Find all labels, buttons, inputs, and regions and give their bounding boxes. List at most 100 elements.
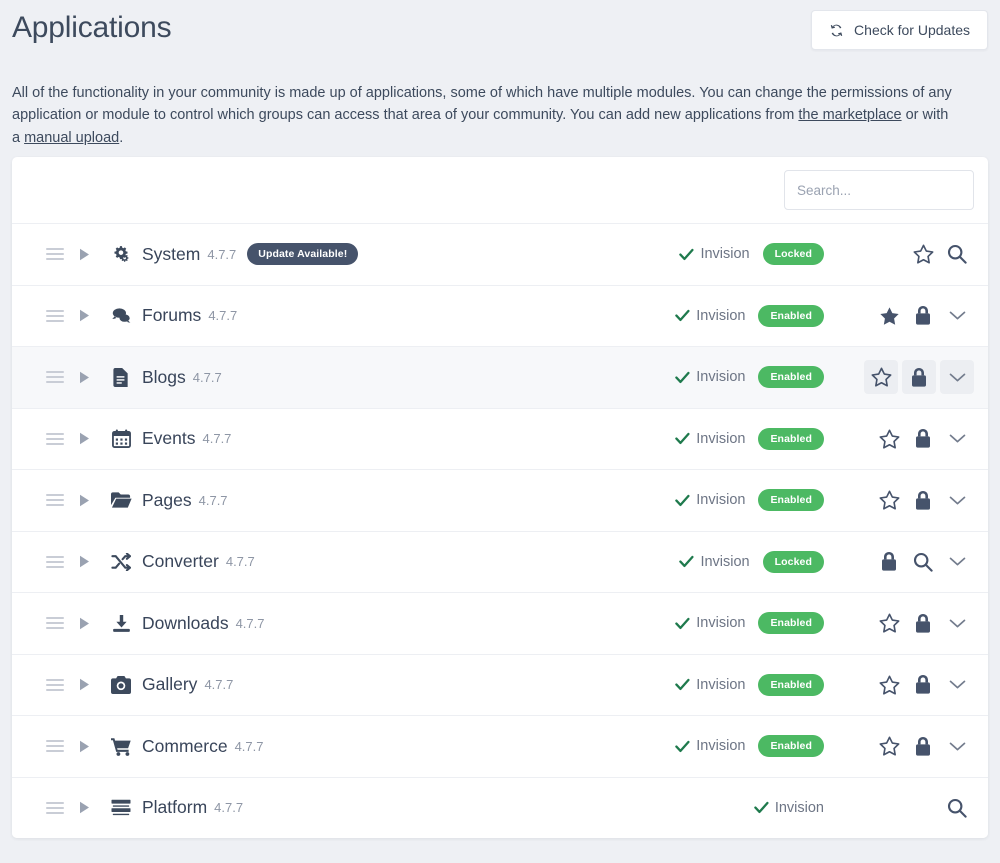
verified-check-icon [675, 617, 690, 630]
folder-open-icon [110, 491, 132, 509]
lock-button[interactable] [906, 606, 940, 640]
expand-arrow-icon[interactable] [79, 740, 93, 753]
verified-check-icon [675, 309, 690, 322]
lock-icon [915, 736, 931, 756]
drag-handle-icon[interactable] [46, 309, 64, 322]
chevron-down-button[interactable] [940, 668, 974, 702]
application-author: Invision [675, 492, 745, 508]
applications-list: System 4.7.7 Update Available! Invision Lock… [12, 223, 988, 838]
chevron-down-button[interactable] [940, 422, 974, 456]
application-row[interactable]: Gallery 4.7.7 Invision Enabled [12, 653, 988, 715]
author-name: Invision [696, 492, 746, 509]
application-row[interactable]: Commerce 4.7.7 Invision Enabled [12, 715, 988, 777]
star-outline-button[interactable] [872, 729, 906, 763]
application-row[interactable]: Blogs 4.7.7 Invision Enabled [12, 346, 988, 408]
status-badge: Enabled [758, 304, 824, 327]
application-row[interactable]: Downloads 4.7.7 Invision Enabled [12, 592, 988, 654]
application-name: Commerce [142, 735, 228, 756]
star-filled-icon [879, 306, 900, 326]
star-outline-icon [879, 736, 900, 756]
file-text-icon [110, 367, 132, 387]
star-outline-button[interactable] [864, 360, 898, 395]
chevron-down-button[interactable] [940, 483, 974, 517]
drag-handle-icon[interactable] [46, 248, 64, 261]
chevron-down-button[interactable] [940, 606, 974, 640]
drag-handle-icon[interactable] [46, 678, 64, 691]
search-button[interactable] [940, 237, 974, 271]
application-name: Events [142, 428, 196, 449]
application-name: Blogs [142, 366, 186, 387]
expand-arrow-icon[interactable] [79, 801, 93, 814]
verified-check-icon [675, 740, 690, 753]
application-version: 4.7.7 [235, 615, 265, 631]
lock-button[interactable] [872, 545, 906, 579]
drag-handle-icon[interactable] [46, 801, 64, 814]
download-icon [110, 614, 132, 633]
expand-arrow-icon[interactable] [79, 248, 93, 261]
application-name: System [142, 243, 201, 264]
chevron-down-button[interactable] [940, 299, 974, 333]
drag-handle-icon[interactable] [46, 432, 64, 445]
server-icon [110, 799, 132, 817]
expand-arrow-icon[interactable] [79, 678, 93, 691]
search-button[interactable] [940, 791, 974, 825]
lock-button[interactable] [906, 483, 940, 517]
author-name: Invision [696, 738, 746, 755]
check-for-updates-label: Check for Updates [854, 22, 970, 38]
expand-arrow-icon[interactable] [79, 494, 93, 507]
manual-upload-link[interactable]: manual upload [24, 130, 119, 146]
drag-handle-icon[interactable] [46, 555, 64, 568]
application-row[interactable]: Converter 4.7.7 Invision Locked [12, 530, 988, 592]
status-badge: Enabled [758, 673, 824, 696]
drag-handle-icon[interactable] [46, 371, 64, 384]
star-outline-button[interactable] [872, 606, 906, 640]
application-author: Invision [675, 677, 745, 693]
chevron-down-button[interactable] [940, 360, 974, 395]
expand-arrow-icon[interactable] [79, 617, 93, 630]
star-outline-icon [879, 490, 900, 510]
star-outline-button[interactable] [872, 422, 906, 456]
page-title: Applications [12, 11, 172, 44]
application-row[interactable]: Events 4.7.7 Invision Enabled [12, 407, 988, 469]
page-header: Applications Check for Updates [0, 0, 1000, 50]
star-outline-button[interactable] [906, 237, 940, 271]
chevron-down-button[interactable] [940, 729, 974, 763]
chevron-down-button[interactable] [940, 545, 974, 579]
application-name: Converter [142, 551, 219, 572]
expand-arrow-icon[interactable] [79, 432, 93, 445]
lock-button[interactable] [906, 668, 940, 702]
expand-arrow-icon[interactable] [79, 309, 93, 322]
search-input[interactable] [784, 170, 974, 210]
star-filled-button[interactable] [872, 299, 906, 333]
lock-button[interactable] [906, 299, 940, 333]
marketplace-link[interactable]: the marketplace [798, 107, 901, 123]
action-slot-empty [906, 791, 940, 825]
application-author: Invision [675, 369, 745, 385]
search-button[interactable] [906, 545, 940, 579]
application-row[interactable]: System 4.7.7 Update Available! Invision Lock… [12, 223, 988, 285]
lock-button[interactable] [906, 729, 940, 763]
application-row[interactable]: Platform 4.7.7 Invision [12, 776, 988, 838]
application-author: Invision [675, 615, 745, 631]
application-name: Forums [142, 305, 202, 326]
lock-button[interactable] [902, 360, 936, 395]
status-badge: Enabled [758, 489, 824, 512]
star-outline-button[interactable] [872, 668, 906, 702]
star-outline-button[interactable] [872, 483, 906, 517]
status-badge: Locked [762, 550, 824, 573]
check-for-updates-button[interactable]: Check for Updates [811, 10, 988, 50]
application-row[interactable]: Pages 4.7.7 Invision Enabled [12, 469, 988, 531]
expand-arrow-icon[interactable] [79, 371, 93, 384]
lock-button[interactable] [906, 422, 940, 456]
update-available-badge[interactable]: Update Available! [247, 243, 359, 266]
drag-handle-icon[interactable] [46, 740, 64, 753]
drag-handle-icon[interactable] [46, 617, 64, 630]
drag-handle-icon[interactable] [46, 494, 64, 507]
application-row[interactable]: Forums 4.7.7 Invision Enabled [12, 284, 988, 346]
expand-arrow-icon[interactable] [79, 555, 93, 568]
chevron-down-icon [949, 679, 966, 690]
application-version: 4.7.7 [225, 554, 255, 570]
applications-page: Applications Check for Updates All of th… [0, 0, 1000, 863]
application-version: 4.7.7 [207, 246, 237, 262]
shopping-cart-icon [110, 737, 132, 756]
